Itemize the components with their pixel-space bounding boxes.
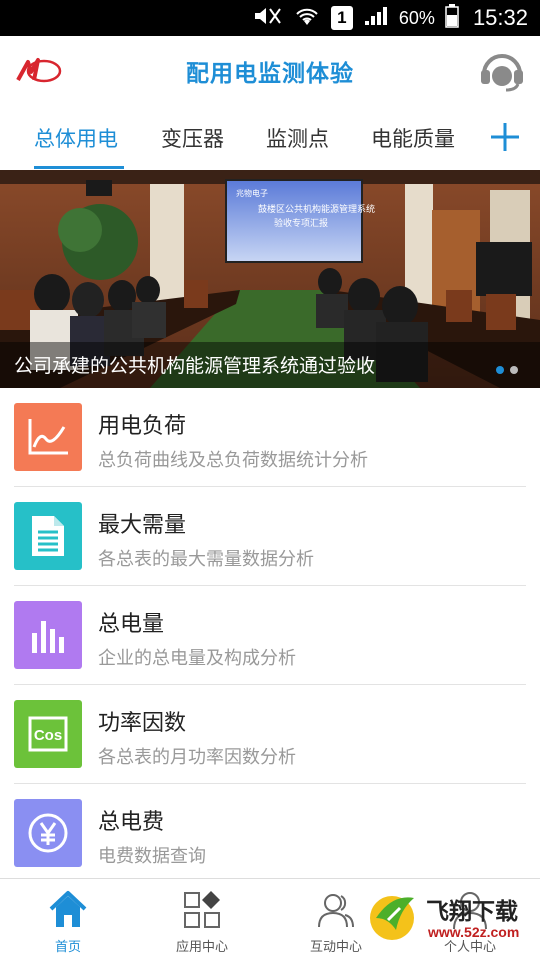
clock: 15:32 xyxy=(472,5,528,30)
watermark-logo-icon xyxy=(370,896,414,940)
apps-icon xyxy=(181,889,223,931)
screen-title: 鼓楼区公共机构能源管理系统 xyxy=(258,203,375,215)
list-item-desc: 电费数据查询 xyxy=(98,846,206,867)
cos-icon: Cos xyxy=(14,700,82,768)
list-item-title: 总电费 xyxy=(98,810,165,835)
active-tab-indicator xyxy=(34,166,124,169)
feature-list: 用电负荷 总负荷曲线及总负荷数据统计分析 最大需量 各总表的最大需量数据分析 总… xyxy=(0,388,540,883)
list-item-power-load[interactable]: 用电负荷 总负荷曲线及总负荷数据统计分析 xyxy=(0,388,540,487)
watermark-text: 飞翔下载 xyxy=(426,899,518,925)
list-item-electricity-fee[interactable]: 总电费 电费数据查询 xyxy=(0,784,540,883)
tab-transformer[interactable]: 变压器 xyxy=(161,106,224,170)
app-header: 配用电监测体验 xyxy=(0,36,540,106)
mute-icon xyxy=(253,5,283,31)
nav-home[interactable]: 首页 xyxy=(8,879,128,960)
list-item-desc: 各总表的月功率因数分析 xyxy=(98,747,296,768)
carousel-dot[interactable] xyxy=(510,366,518,374)
carousel-dot[interactable] xyxy=(496,366,504,374)
svg-text:Cos: Cos xyxy=(34,727,62,744)
nav-label: 应用中心 xyxy=(175,940,228,955)
list-item-title: 功率因数 xyxy=(98,711,187,736)
wifi-icon xyxy=(293,5,321,31)
list-item-power-factor[interactable]: Cos 功率因数 各总表的月功率因数分析 xyxy=(0,685,540,784)
tab-monitoring-point[interactable]: 监测点 xyxy=(266,106,329,170)
list-item-desc: 总负荷曲线及总负荷数据统计分析 xyxy=(98,450,368,471)
sim-slot-icon: 1 xyxy=(330,6,353,30)
document-icon xyxy=(14,502,82,570)
list-item-desc: 各总表的最大需量数据分析 xyxy=(98,549,314,570)
customer-service-icon[interactable] xyxy=(478,50,526,92)
list-item-title: 总电量 xyxy=(98,612,165,637)
list-item-max-demand[interactable]: 最大需量 各总表的最大需量数据分析 xyxy=(0,487,540,586)
battery-percent: 60% xyxy=(398,7,435,28)
line-chart-icon xyxy=(14,403,82,471)
list-item-desc: 企业的总电量及构成分析 xyxy=(98,648,296,669)
screen-subtitle: 验收专项汇报 xyxy=(274,217,328,229)
nav-label: 首页 xyxy=(54,940,81,955)
watermark-url: www.52z.com xyxy=(428,924,520,940)
screen-brand: 兆物电子 xyxy=(236,188,268,198)
status-bar: 1 60% 15:32 xyxy=(0,0,540,36)
list-item-total-energy[interactable]: 总电量 企业的总电量及构成分析 xyxy=(0,586,540,685)
users-icon xyxy=(315,889,357,931)
nav-app-center[interactable]: 应用中心 xyxy=(142,879,262,960)
bar-chart-icon xyxy=(14,601,82,669)
add-tab-icon[interactable] xyxy=(488,120,522,154)
home-icon xyxy=(47,889,89,931)
page-title: 配用电监测体验 xyxy=(186,61,354,87)
battery-icon xyxy=(445,4,459,32)
banner-carousel[interactable]: 兆物电子 鼓楼区公共机构能源管理系统 验收专项汇报 公司承建的公共机构能源管理系… xyxy=(0,170,540,388)
yen-icon xyxy=(14,799,82,867)
category-tabs: 总体用电 变压器 监测点 电能质量 xyxy=(0,106,540,170)
signal-icon xyxy=(363,5,389,31)
list-item-title: 用电负荷 xyxy=(98,414,187,439)
tab-power-quality[interactable]: 电能质量 xyxy=(371,106,455,170)
banner-caption: 公司承建的公共机构能源管理系统通过验收 xyxy=(14,355,376,377)
tab-overall-power[interactable]: 总体用电 xyxy=(34,106,118,170)
site-watermark: 飞翔下载 www.52z.com xyxy=(366,880,536,958)
carousel-indicator xyxy=(496,366,518,374)
list-item-title: 最大需量 xyxy=(98,513,187,538)
